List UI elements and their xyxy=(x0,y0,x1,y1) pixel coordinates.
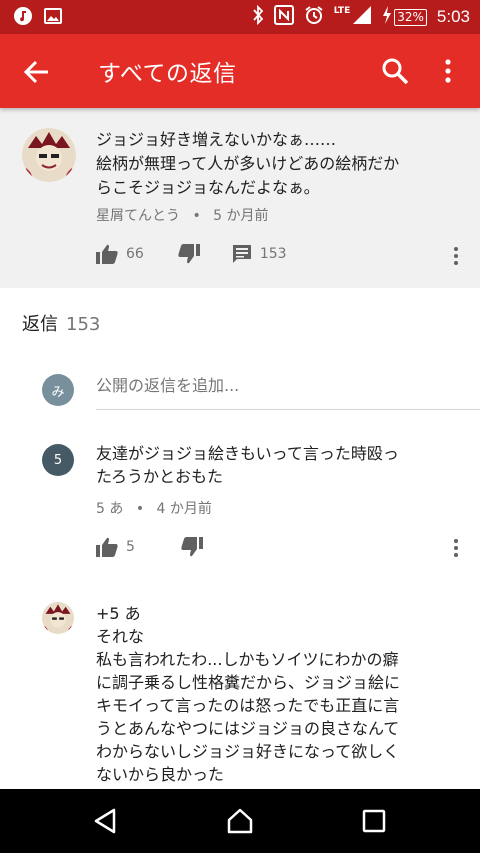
nfc-icon xyxy=(273,5,294,29)
reply-avatar[interactable]: 5 xyxy=(42,444,74,476)
reply-input[interactable] xyxy=(96,376,476,395)
page-title: すべての返信 xyxy=(98,61,237,87)
reply-text: +5 あ それな 私も言われたわ...しかもソイツにわかの癖 に調子乗るし性格糞… xyxy=(96,602,462,786)
nav-recents-button[interactable] xyxy=(360,807,388,835)
comment-line: らこそジョジョなんだよなぁ。 xyxy=(96,178,320,197)
battery-indicator: 32% xyxy=(382,6,427,28)
reply-line: ないから良かった xyxy=(96,765,225,784)
more-vert-icon xyxy=(454,539,458,557)
reply-meta: 5 あ • 4 か月前 xyxy=(96,498,212,518)
music-icon xyxy=(14,7,32,29)
screen: LTE 32% 5:03 すべての返信 ジョジョ好き増えないかなぁ…… 絵柄が無… xyxy=(0,0,480,853)
nav-back-button[interactable] xyxy=(92,807,120,835)
more-vert-icon xyxy=(454,247,458,265)
reply-line: うとあんなやつにはジョジョの良さなんて xyxy=(96,719,400,738)
reply-avatar[interactable] xyxy=(42,602,74,634)
comment-line: 絵柄が無理って人が多いけどあの絵柄だか xyxy=(96,154,400,173)
like-count: 66 xyxy=(126,246,144,262)
battery-icon: 32% xyxy=(394,8,427,26)
add-reply-row: み xyxy=(42,370,480,410)
network-type: LTE xyxy=(333,6,351,16)
bluetooth-icon xyxy=(252,4,264,29)
image-icon xyxy=(44,7,62,29)
reply-line: わからないしジョジョ好きになって欲しく xyxy=(96,742,400,761)
reply-line: +5 あ xyxy=(96,604,141,623)
thumb-up-icon xyxy=(96,244,118,264)
reply-text: 友達がジョジョ絵きもいって言った時殴っ たろうかとおもた xyxy=(96,442,462,488)
reply-avatar-letter: 5 xyxy=(53,452,63,468)
search-icon xyxy=(382,58,409,85)
home-icon xyxy=(227,808,253,834)
comment-meta: 星屑てんとう • 5 か月前 xyxy=(96,205,269,225)
reply-author[interactable]: 5 あ xyxy=(96,501,123,517)
arrow-back-icon xyxy=(23,60,48,84)
user-avatar: み xyxy=(42,374,74,406)
reply-line: 友達がジョジョ絵きもいって言った時殴っ xyxy=(96,444,399,463)
triangle-back-icon xyxy=(94,808,116,834)
status-bar: LTE 32% 5:03 xyxy=(0,0,480,34)
comment-icon xyxy=(232,245,251,263)
like-count: 5 xyxy=(126,539,135,555)
reply-line: たろうかとおもた xyxy=(96,467,224,486)
replies-label: 返信 xyxy=(22,314,58,335)
like-button[interactable]: 66 xyxy=(96,244,144,264)
reply-item: +5 あ それな 私も言われたわ...しかもソイツにわかの癖 に調子乗るし性格糞… xyxy=(0,598,480,790)
square-recents-icon xyxy=(362,809,386,833)
user-avatar-letter: み xyxy=(51,384,65,400)
reply-actions: 5 xyxy=(96,537,203,557)
comment-time: 5 か月前 xyxy=(213,208,269,224)
reply-count-button[interactable]: 153 xyxy=(232,244,287,264)
comment-author[interactable]: 星屑てんとう xyxy=(96,208,180,224)
back-button[interactable] xyxy=(22,57,52,87)
charging-icon xyxy=(382,6,392,28)
nav-home-button[interactable] xyxy=(226,807,254,835)
signal-icon xyxy=(352,5,372,29)
dislike-button[interactable] xyxy=(181,537,203,557)
meta-separator: • xyxy=(135,501,145,517)
more-vert-icon xyxy=(445,59,451,83)
reply-count: 153 xyxy=(259,246,287,262)
alarm-icon xyxy=(304,5,324,29)
avatar-image xyxy=(22,128,76,182)
reply-line: それな xyxy=(96,627,145,646)
navigation-bar xyxy=(0,789,480,853)
comment-actions: 66 153 xyxy=(96,244,287,264)
reply-line: 私も言われたわ...しかもソイツにわかの癖 xyxy=(96,650,399,669)
like-button[interactable]: 5 xyxy=(96,537,135,557)
reply-line: に調子乗るし性格糞だから、ジョジョ絵に xyxy=(96,673,401,692)
replies-header: 返信 153 xyxy=(22,310,100,336)
more-options-button[interactable] xyxy=(436,56,460,86)
meta-separator: • xyxy=(192,208,201,224)
app-bar: すべての返信 xyxy=(0,34,480,108)
comment-line: ジョジョ好き増えないかなぁ…… xyxy=(96,130,337,149)
search-button[interactable] xyxy=(380,56,410,86)
replies-total: 153 xyxy=(66,314,101,335)
parent-comment: ジョジョ好き増えないかなぁ…… 絵柄が無理って人が多いけどあの絵柄だか らこそジ… xyxy=(0,108,480,288)
thumb-down-icon xyxy=(181,537,203,557)
reply-item: 5 友達がジョジョ絵きもいって言った時殴っ たろうかとおもた 5 あ • 4 か… xyxy=(0,440,480,580)
comment-text: ジョジョ好き増えないかなぁ…… 絵柄が無理って人が多いけどあの絵柄だか らこそジ… xyxy=(96,128,466,200)
comment-menu-button[interactable] xyxy=(451,246,461,266)
dislike-button[interactable] xyxy=(178,244,200,264)
thumb-down-icon xyxy=(178,244,200,264)
commenter-avatar[interactable] xyxy=(22,128,76,182)
thumb-up-icon xyxy=(96,537,118,557)
reply-time: 4 か月前 xyxy=(156,501,212,517)
clock: 5:03 xyxy=(436,7,470,26)
reply-menu-button[interactable] xyxy=(451,538,461,558)
avatar-image xyxy=(42,602,74,634)
input-underline xyxy=(96,409,480,410)
reply-line: キモイって言ったのは怒ったでも正直に言 xyxy=(96,696,400,715)
battery-level: 32% xyxy=(397,9,424,24)
